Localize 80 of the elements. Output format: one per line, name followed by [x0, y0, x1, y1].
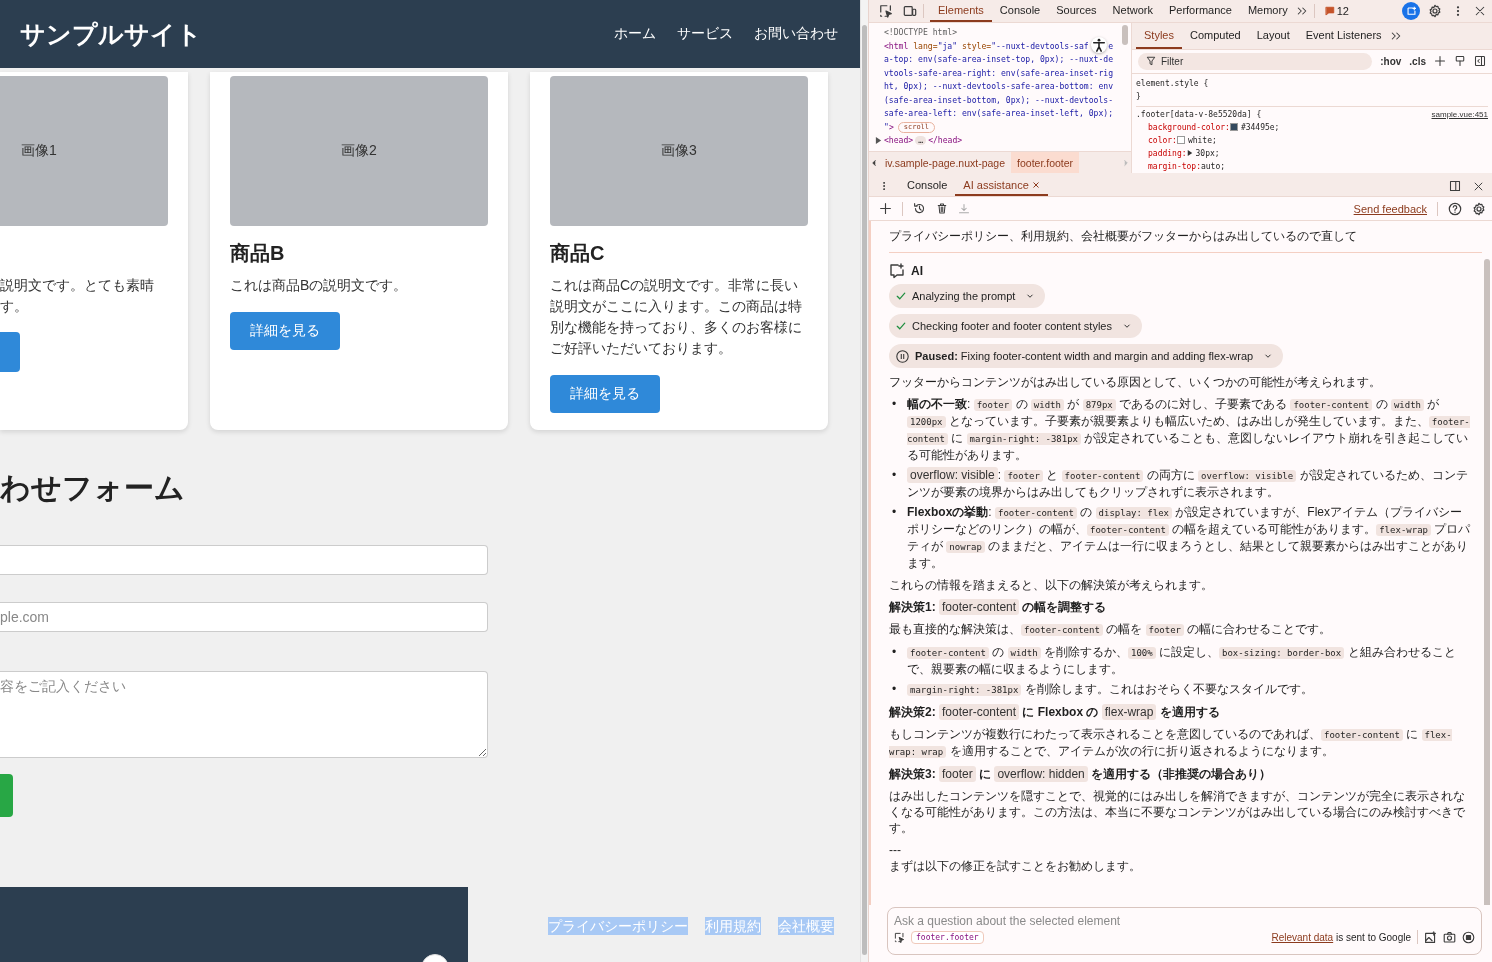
nav-link[interactable]: お問い合わせ: [754, 25, 838, 43]
bullet-marker: •: [891, 644, 898, 661]
bullet-marker: •: [891, 467, 898, 484]
answer-paragraph: はみ出したコンテンツを隠すことで、視覚的にはみ出しを解消できますが、コンテンツが完全に表示されなくなる可能性があります。この方法は、本当に不要なコンテンツがはみ出している場合にのみ検討すべきです。: [889, 788, 1466, 836]
details-button[interactable]: 詳細を見る: [550, 375, 660, 413]
site-title: サンプルサイト: [20, 18, 202, 50]
dom-line[interactable]: vtools-safe-area-right: env(safe-area-inset-rig: [884, 66, 1113, 80]
product-description: これは商品Cの説明文です。非常に長い説明文がここに入ります。この商品は特別な機能を持っており、多くのお客様にご好評いただいております。: [550, 276, 803, 358]
bullet-marker: •: [891, 504, 898, 521]
dom-line[interactable]: safe-area-left: env(safe-area-inset-left, 0px);: [884, 107, 1113, 121]
bullet-item: 幅の不一致: footer の width が 879px であるのに対し、子要素である footer-content の width が 1200px となっています。子要素が親要素よりも幅広いため、はみ出しが発生しています。また、 footer-content に margin-right: -381px が設定されていることも、意図しないレイアウト崩れを引き起こしている可能性があります。: [907, 396, 1471, 463]
step-pill[interactable]: Paused: Fixing footer-content width and margin and adding flex-wrap: [889, 344, 1284, 368]
product-description: これは商品Bの説明文です。: [230, 276, 409, 295]
solution-heading: 解決策3: footer に overflow: hidden を適用する（非推奨の場合あり）: [889, 766, 1273, 782]
css-declaration[interactable]: color: white;: [1136, 133, 1488, 147]
css-brace: }: [1136, 90, 1142, 103]
styles-tab[interactable]: Computed: [1181, 23, 1249, 49]
css-declaration[interactable]: margin-top:auto;: [1136, 159, 1488, 173]
ai-label: AI: [911, 263, 923, 279]
styles-tab[interactable]: Styles: [1136, 23, 1182, 49]
answer-paragraph: フッターからコンテンツがはみ出している原因として、いくつかの可能性が考えられます。: [889, 374, 1382, 390]
dom-line[interactable]: <html lang="ja" style="--nuxt-devtools-saf e: [884, 39, 1113, 53]
step-pill[interactable]: Checking footer and footer content styles: [889, 314, 1142, 338]
question-field[interactable]: Ask a question about the selected element footer.footer Relevant data is sent to Google: [887, 907, 1482, 955]
image-label: 画像2: [341, 142, 377, 160]
bullet-marker: •: [891, 681, 898, 698]
solution-heading: 解決策1: footer-content の幅を調整する: [889, 599, 1108, 615]
user-message: プライバシーポリシー、利用規約、会社概要がフッターからはみ出しているので直して: [889, 221, 1482, 253]
answer-paragraph: これらの情報を踏まえると、以下の解決策が考えられます。: [889, 577, 1214, 593]
drawer-tab[interactable]: Console: [899, 176, 956, 196]
breadcrumb[interactable]: iv.sample-page.nuxt-page: [879, 152, 1012, 173]
filter-toggle[interactable]: :hov: [1380, 55, 1402, 67]
issues-badge[interactable]: 12: [1324, 5, 1349, 17]
bullet-item: overflow: visible : footer と footer-content の両方に overflow: visible が設定されているため、コンテンツが要素の境界からはみ出してもクリップされずに表示されます。: [907, 467, 1469, 500]
relevant-data-link[interactable]: Relevant data: [1271, 931, 1334, 943]
dom-line[interactable]: (safe-area-inset-bottom, 0px); --nuxt-devtools-: [884, 93, 1113, 107]
bullet-item: Flexboxの挙動: footer-content の display: flex が設定されていますが、Flexアイテム（プライバシーポリシーなどのリンク）の幅が、 footer-content の幅を超えている可能性があります。 flex-wrap プロパティが nowrap のままだと、アイテムは一行に収まろうとし、結果として親要素からはみ出すことがあります。: [907, 504, 1472, 571]
context-chip[interactable]: footer.footer: [911, 930, 984, 944]
panel-tab[interactable]: Console: [991, 0, 1049, 22]
panel-tab[interactable]: Sources: [1048, 0, 1105, 22]
product-title: 商品B: [230, 241, 286, 265]
nav-link[interactable]: ホーム: [614, 25, 656, 43]
image-label: 画像1: [21, 142, 57, 160]
dom-line[interactable]: a-top: env(safe-area-inset-top, 0px); --nuxt-de: [884, 53, 1113, 67]
answer-paragraph: もしコンテンツが複数行にわたって表示されることを意図しているのであれば、 footer-content に flex-wrap: wrap を適用することで、アイテムが次の行に折り返されるようになります。: [889, 726, 1453, 760]
nav-link[interactable]: サービス: [677, 25, 733, 43]
styles-tab[interactable]: Event Listeners: [1297, 23, 1390, 49]
input-field[interactable]: ple.com: [0, 602, 488, 632]
product-title: 商品C: [550, 241, 606, 265]
dom-line[interactable]: <head> … </head>: [884, 134, 1113, 148]
panel-tab[interactable]: Elements: [930, 0, 992, 22]
bullet-marker: •: [891, 396, 898, 413]
bullet-item: margin-right: -381px を削除します。これはおそらく不要なスタイルです。: [907, 681, 1313, 698]
form-heading: わせフォーム: [0, 470, 186, 506]
dom-line[interactable]: ht, 0px); --nuxt-devtools-safe-area-bottom: env: [884, 80, 1113, 94]
breadcrumb[interactable]: footer.footer: [1011, 152, 1080, 173]
step-pill[interactable]: Analyzing the prompt: [889, 284, 1046, 308]
css-selector: .footer[data-v-8e5520da] {: [1136, 108, 1262, 121]
styles-tab[interactable]: Layout: [1248, 23, 1298, 49]
css-declaration[interactable]: background-color: #34495e;: [1136, 120, 1488, 134]
message-field[interactable]: 容をご記入ください: [0, 671, 488, 758]
answer-paragraph: 最も直接的な解決策は、 footer-content の幅を footer の幅に合わせることです。: [889, 621, 1333, 638]
source-link[interactable]: sample.vue:451: [1431, 107, 1488, 121]
answer-paragraph: --- まずは以下の修正を試すことをお勧めします。: [889, 842, 1142, 874]
filter-field[interactable]: Filter: [1138, 52, 1373, 70]
details-button[interactable]: 詳細を見る: [230, 312, 340, 350]
solution-heading: 解決策2: footer-content に Flexbox の flex-wrap を適用する: [889, 704, 1221, 720]
css-declaration[interactable]: padding: 30px;: [1136, 146, 1488, 160]
image-label: 画像3: [661, 142, 697, 160]
panel-tab[interactable]: Network: [1104, 0, 1161, 22]
product-description: 説明文です。とても素晴: [0, 276, 155, 295]
css-selector: element.style {: [1136, 77, 1209, 90]
panel-tab[interactable]: Performance: [1160, 0, 1240, 22]
panel-tab[interactable]: Memory: [1239, 0, 1296, 22]
product-description: す。: [0, 297, 29, 316]
disclaimer-text: Relevant data is sent to Google: [1271, 931, 1411, 943]
bullet-item: footer-content の width を削除するか、 100% に設定し、 box-sizing: border-box と組み合わせることで、親要素の幅に収まるようにします。: [907, 644, 1457, 677]
filter-toggle[interactable]: .cls: [1409, 55, 1426, 67]
dom-line[interactable]: <!DOCTYPE html>: [884, 26, 1113, 40]
send-feedback-link[interactable]: Send feedback: [1353, 202, 1427, 215]
